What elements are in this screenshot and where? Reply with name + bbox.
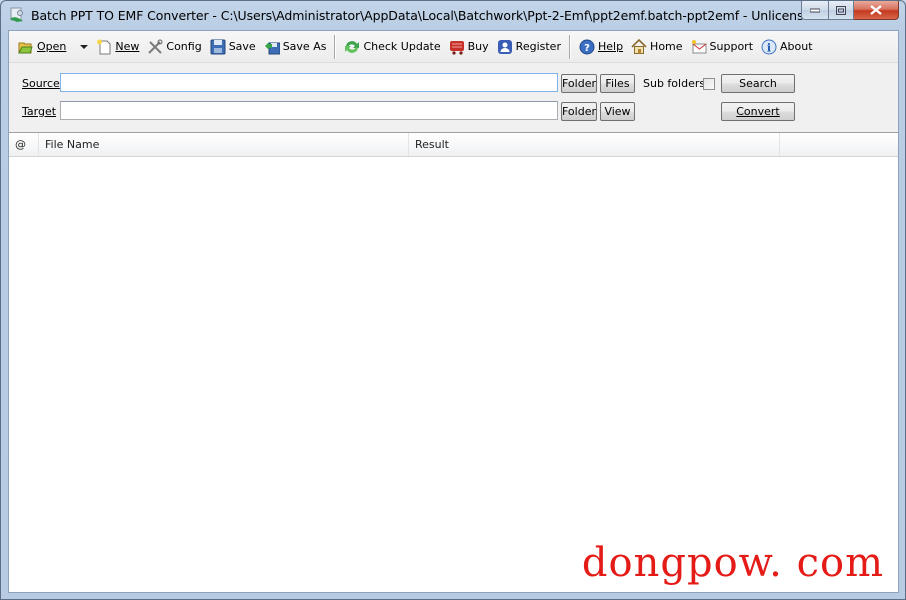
minimize-icon <box>810 8 820 13</box>
target-folder-button[interactable]: Folder <box>561 102 597 121</box>
new-button[interactable]: New <box>92 36 143 58</box>
app-window: Batch PPT TO EMF Converter - C:\Users\Ad… <box>0 0 906 600</box>
save-label: Save <box>228 40 256 53</box>
source-files-button[interactable]: Files <box>600 74 635 93</box>
app-icon <box>9 7 25 23</box>
check-update-label: Check Update <box>363 40 441 53</box>
open-label: Open <box>37 40 67 53</box>
home-label: Home <box>650 40 683 53</box>
home-icon <box>631 38 647 55</box>
refresh-icon <box>344 39 360 55</box>
home-button[interactable]: Home <box>627 36 686 58</box>
config-label: Config <box>166 40 202 53</box>
close-icon <box>870 5 882 15</box>
support-button[interactable]: Support <box>687 36 757 58</box>
target-label: Target <box>22 105 57 118</box>
help-button[interactable]: ? Help <box>575 36 627 58</box>
open-button[interactable]: Open <box>14 36 70 58</box>
subfolders-checkbox[interactable] <box>703 78 715 90</box>
window-controls <box>801 1 899 21</box>
mail-icon <box>691 39 707 55</box>
new-label: New <box>115 40 140 53</box>
register-button[interactable]: Register <box>493 36 565 58</box>
save-as-label: Save As <box>282 40 327 53</box>
source-target-panel: Source Folder Files Sub folders Search T… <box>9 63 898 133</box>
column-header-filler <box>780 133 898 156</box>
toolbar: Open New Config Save Save As Check Updat… <box>9 31 898 63</box>
help-label: Help <box>597 40 624 53</box>
register-label: Register <box>515 40 561 53</box>
help-icon: ? <box>579 39 595 55</box>
search-button[interactable]: Search <box>721 74 795 93</box>
info-icon: i <box>761 39 777 55</box>
convert-button[interactable]: Convert <box>721 102 795 121</box>
save-as-icon <box>264 39 281 55</box>
folder-open-icon <box>18 39 34 55</box>
maximize-button[interactable] <box>828 1 854 20</box>
column-header-status[interactable]: @ <box>9 133 39 156</box>
tools-icon <box>147 39 163 55</box>
close-button[interactable] <box>854 1 899 20</box>
source-folder-button[interactable]: Folder <box>561 74 597 93</box>
buy-label: Buy <box>467 40 489 53</box>
floppy-disk-icon <box>210 39 226 55</box>
svg-text:?: ? <box>584 43 590 54</box>
open-dropdown-arrow-icon[interactable] <box>80 44 89 49</box>
toolbar-separator <box>568 34 571 59</box>
svg-text:i: i <box>767 41 771 54</box>
shopping-cart-icon <box>449 39 465 55</box>
column-header-file-name[interactable]: File Name <box>39 133 409 156</box>
new-document-icon <box>96 39 112 55</box>
maximize-icon <box>836 5 846 15</box>
user-icon <box>497 39 513 55</box>
client-area: Open New Config Save Save As Check Updat… <box>8 30 899 593</box>
support-label: Support <box>709 40 754 53</box>
source-label: Source <box>22 77 60 90</box>
check-update-button[interactable]: Check Update <box>340 36 444 58</box>
table-header: @ File Name Result <box>9 133 898 157</box>
column-header-result[interactable]: Result <box>409 133 780 156</box>
title-bar[interactable]: Batch PPT TO EMF Converter - C:\Users\Ad… <box>1 1 905 29</box>
save-button[interactable]: Save <box>206 36 260 58</box>
file-list-table[interactable]: @ File Name Result dongpow. com <box>9 133 898 592</box>
about-label: About <box>780 40 813 53</box>
minimize-button[interactable] <box>801 1 828 20</box>
target-view-button[interactable]: View <box>600 102 635 121</box>
toolbar-separator <box>334 34 337 59</box>
config-button[interactable]: Config <box>143 36 205 58</box>
target-input[interactable] <box>60 101 558 120</box>
source-input[interactable] <box>60 73 558 92</box>
save-as-button[interactable]: Save As <box>260 36 331 58</box>
window-title: Batch PPT TO EMF Converter - C:\Users\Ad… <box>31 7 819 23</box>
buy-button[interactable]: Buy <box>445 36 493 58</box>
subfolders-label: Sub folders <box>643 77 706 90</box>
watermark: dongpow. com <box>581 540 884 586</box>
about-button[interactable]: i About <box>757 36 817 58</box>
